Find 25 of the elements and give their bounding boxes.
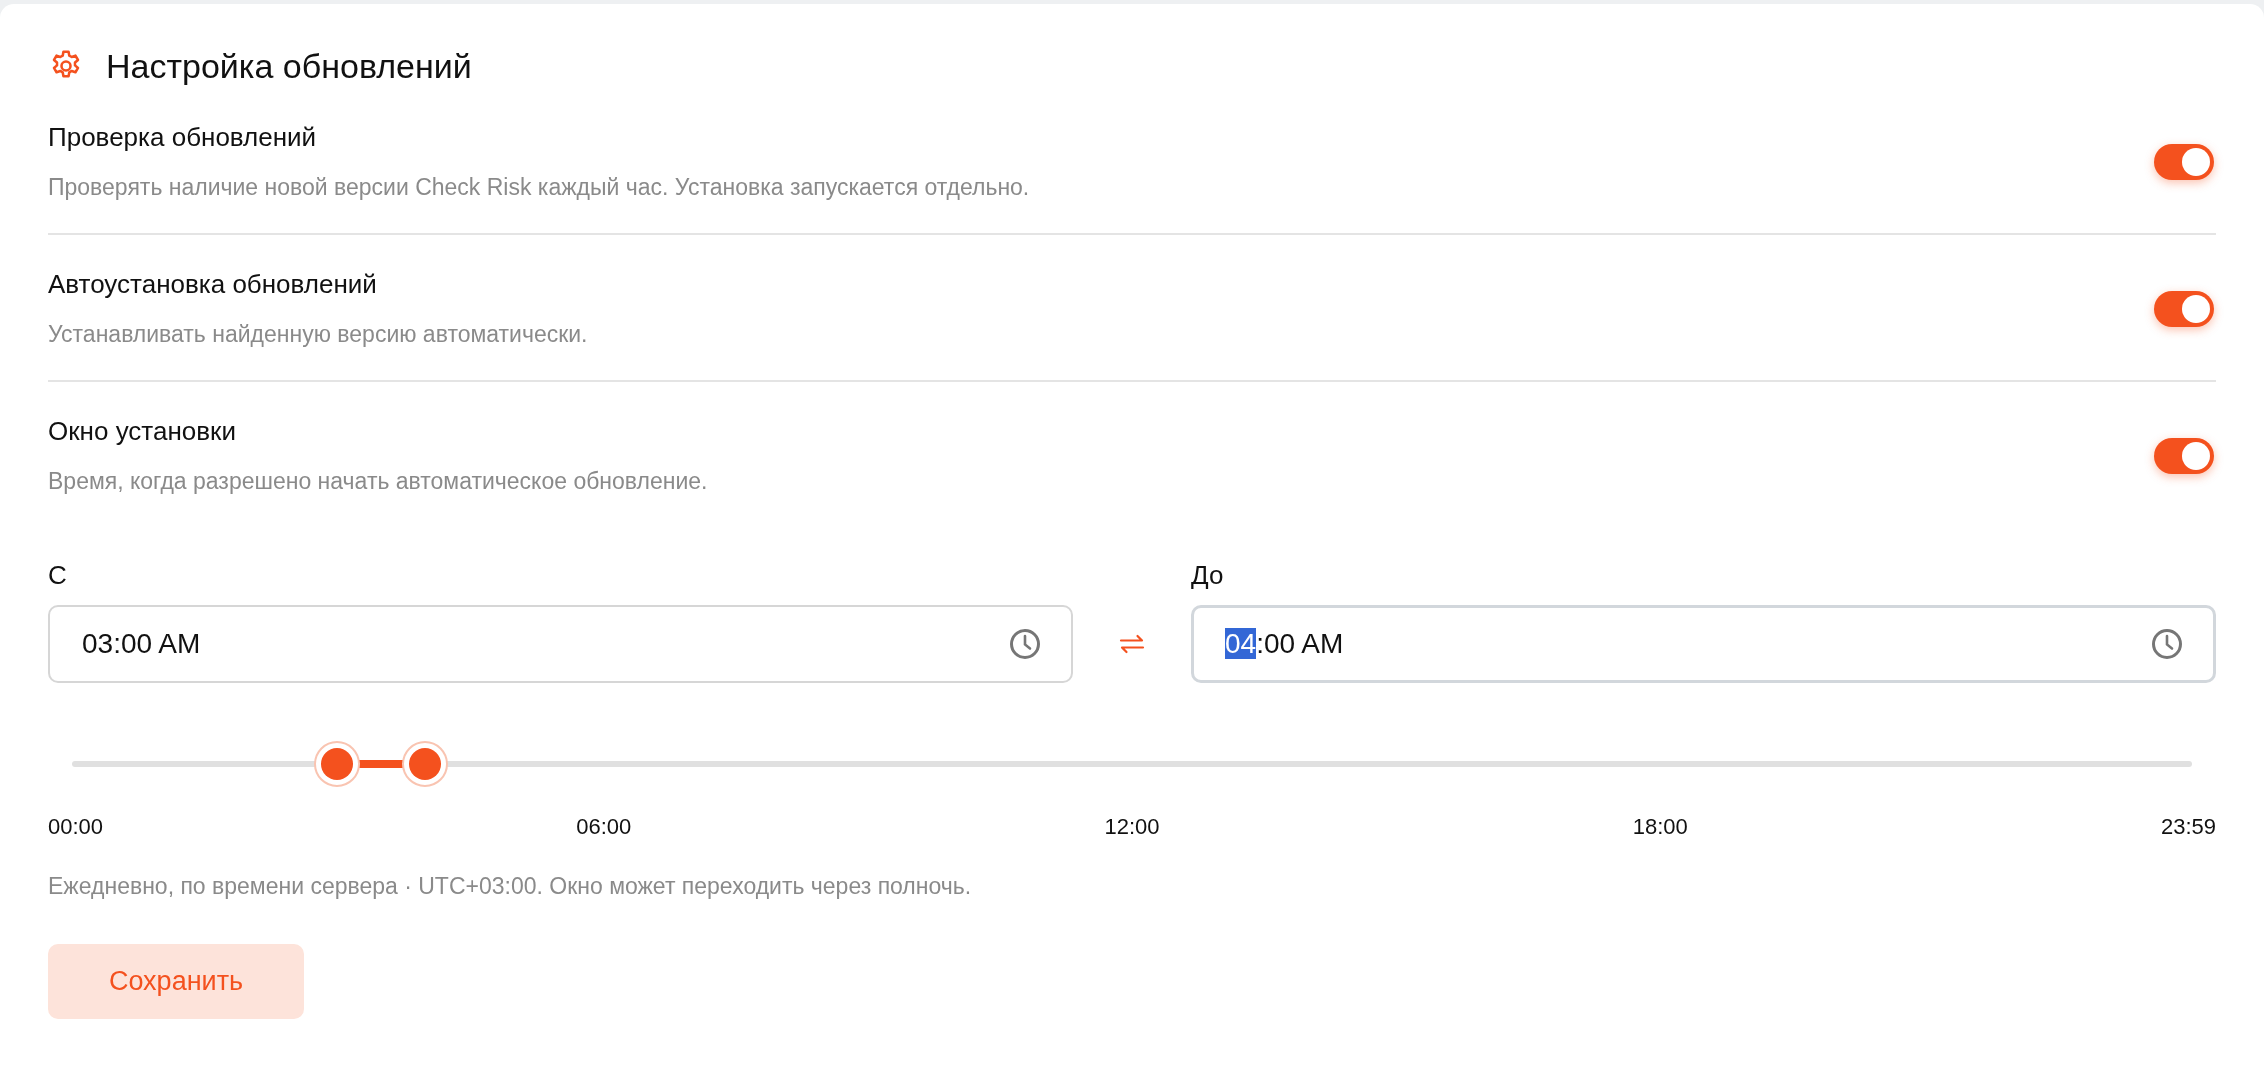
tick-label: 23:59 bbox=[2160, 814, 2216, 840]
setting-description: Проверять наличие новой версии Check Risk каждый час. Установка запускается отдельно. bbox=[48, 173, 1030, 202]
slider-handle[interactable] bbox=[402, 741, 449, 787]
tick-label: 18:00 bbox=[1632, 814, 1688, 840]
section-title: Настройка обновлений bbox=[106, 46, 472, 86]
time-input[interactable]: 03:00 AM bbox=[48, 605, 1073, 683]
schedule-note: Ежедневно, по времени сервера · UTC+03:00. Окно может переходить через полночь. bbox=[48, 872, 973, 901]
setting-description: Устанавливать найденную версию автоматически. bbox=[48, 320, 588, 349]
tick-label: 06:00 bbox=[576, 814, 632, 840]
setting-description: Время, когда разрешено начать автоматическое обновление. bbox=[48, 467, 708, 496]
slider-handle[interactable] bbox=[314, 741, 360, 787]
setting-label: Проверка обновлений bbox=[48, 121, 318, 153]
clock-icon[interactable] bbox=[1009, 628, 1041, 660]
setting-label: Автоустановка обновлений bbox=[48, 268, 378, 300]
field-label: До bbox=[1191, 559, 1225, 591]
toggle-switch[interactable] bbox=[2154, 290, 2214, 327]
clock-icon[interactable] bbox=[2151, 628, 2183, 660]
field-label: С bbox=[48, 559, 68, 591]
tick-label: 00:00 bbox=[48, 814, 104, 840]
setting-label: Окно установки bbox=[48, 415, 237, 447]
toggle-switch[interactable] bbox=[2154, 143, 2214, 180]
swap-icon[interactable] bbox=[1119, 634, 1145, 654]
tick-label: 12:00 bbox=[1104, 814, 1160, 840]
toggle-switch[interactable] bbox=[2154, 437, 2214, 474]
time-input[interactable]: 04:00 AM bbox=[1191, 605, 2216, 683]
